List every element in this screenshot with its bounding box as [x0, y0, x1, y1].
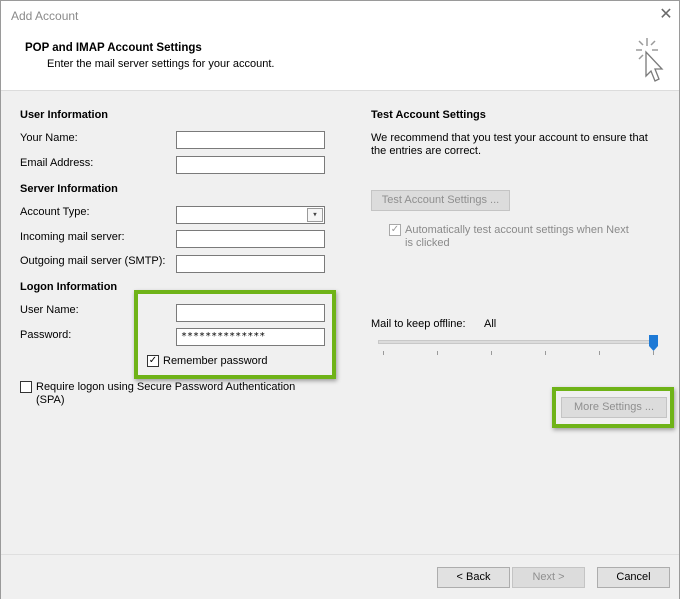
- cursor-sparkle-icon: [636, 38, 664, 82]
- test-account-settings-button[interactable]: Test Account Settings ...: [371, 190, 510, 211]
- auto-test-label-line1: Automatically test account settings when…: [405, 224, 629, 236]
- outgoing-server-input[interactable]: [176, 255, 325, 273]
- test-desc-line1: We recommend that you test your account …: [371, 132, 648, 144]
- page-subtitle: Enter the mail server settings for your …: [47, 58, 275, 70]
- incoming-server-label: Incoming mail server:: [20, 231, 125, 243]
- chevron-down-icon[interactable]: ▾: [307, 208, 323, 222]
- email-input[interactable]: [176, 156, 325, 174]
- slider-tick: [545, 351, 546, 355]
- server-info-heading: Server Information: [20, 183, 118, 195]
- window-title: Add Account: [11, 9, 79, 23]
- password-label: Password:: [20, 329, 72, 341]
- offline-slider-thumb[interactable]: [649, 335, 658, 351]
- your-name-label: Your Name:: [20, 132, 78, 144]
- page-title: POP and IMAP Account Settings: [25, 42, 202, 54]
- highlight-more-settings: [552, 387, 674, 428]
- offline-label: Mail to keep offline:: [371, 318, 466, 330]
- user-info-heading: User Information: [20, 109, 109, 121]
- outgoing-server-label: Outgoing mail server (SMTP):: [20, 255, 166, 267]
- offline-value: All: [484, 318, 497, 330]
- slider-tick: [491, 351, 492, 355]
- account-type-select[interactable]: ▾: [176, 206, 325, 224]
- test-desc-line2: the entries are correct.: [371, 145, 482, 157]
- next-button[interactable]: Next >: [512, 567, 585, 588]
- auto-test-label-line2: is clicked: [405, 237, 450, 249]
- slider-tick: [599, 351, 600, 355]
- logon-info-heading: Logon Information: [20, 281, 118, 293]
- account-type-label: Account Type:: [20, 206, 90, 218]
- spa-label-line2: (SPA): [36, 394, 65, 406]
- offline-slider-track[interactable]: [378, 340, 656, 344]
- spa-label-line1: Require logon using Secure Password Auth…: [36, 381, 296, 393]
- slider-tick: [653, 351, 654, 355]
- username-label: User Name:: [20, 304, 79, 316]
- settings-panel: [1, 91, 679, 554]
- spa-checkbox[interactable]: [20, 381, 32, 393]
- close-icon[interactable]: ✕: [658, 7, 674, 23]
- test-settings-heading: Test Account Settings: [371, 109, 486, 121]
- your-name-input[interactable]: [176, 131, 325, 149]
- back-button[interactable]: < Back: [437, 567, 510, 588]
- auto-test-checkbox[interactable]: ✓: [389, 224, 401, 236]
- email-label: Email Address:: [20, 157, 94, 169]
- incoming-server-input[interactable]: [176, 230, 325, 248]
- cancel-button[interactable]: Cancel: [597, 567, 670, 588]
- slider-tick: [437, 351, 438, 355]
- highlight-logon-box: [134, 290, 336, 379]
- slider-tick: [383, 351, 384, 355]
